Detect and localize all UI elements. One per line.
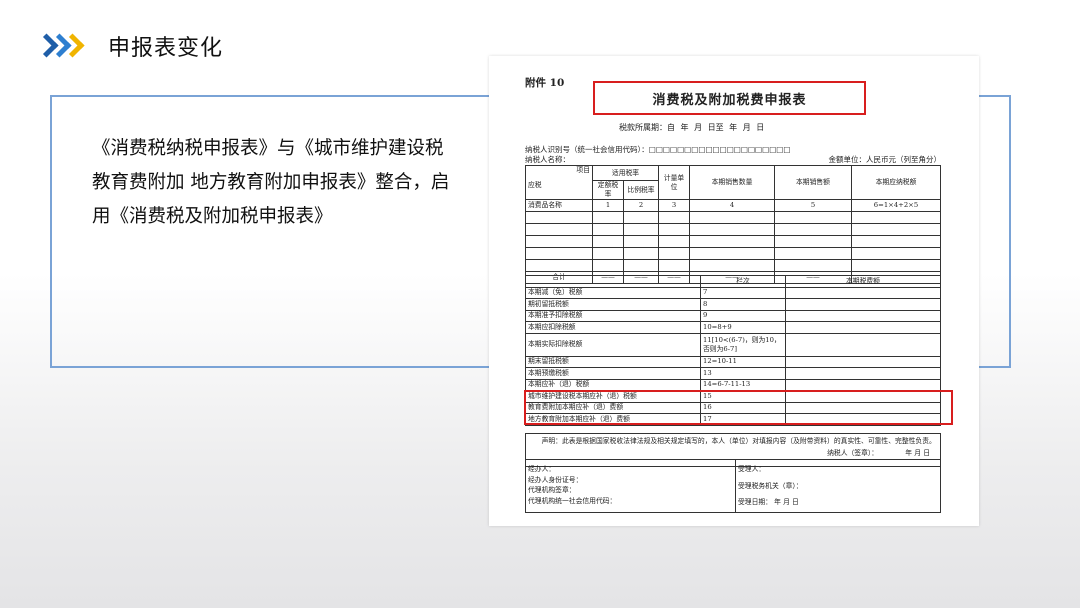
handler-label: 经办人： bbox=[528, 465, 556, 473]
slide-header: 申报表变化 bbox=[34, 28, 224, 64]
table-row: 本期准予扣除税额 9 bbox=[525, 309, 941, 322]
unit-header: 计量单位 bbox=[658, 165, 690, 200]
agency-seal-label: 代理机构签章： bbox=[528, 486, 576, 494]
tax-office-label: 受理税务机关（章）： bbox=[738, 481, 803, 490]
page-title: 申报表变化 bbox=[108, 36, 224, 61]
table-row: 本期减（免）税额 7 bbox=[525, 286, 941, 299]
col-num: 1 bbox=[592, 199, 624, 212]
form-title: 消费税及附加税费申报表 bbox=[593, 81, 866, 115]
table-row: 期初留抵税额 8 bbox=[525, 298, 941, 311]
declaration-text: 声明：此表是根据国家税收法律法规及相关规定填写的，本人（单位）对填报内容（及附带… bbox=[541, 437, 936, 445]
table-row: 本期预缴税额 13 bbox=[525, 367, 941, 380]
agency-code-label: 代理机构统一社会信用代码： bbox=[528, 496, 617, 505]
table-row bbox=[525, 211, 941, 224]
col-num: 5 bbox=[774, 199, 852, 212]
table-row bbox=[525, 223, 941, 236]
table-row: 本期应扣除税额 10=8+9 bbox=[525, 321, 941, 334]
applicable-rate-header: 适用税率 bbox=[592, 165, 659, 181]
table-row: 本期应补（退）税额 14=6-7-11-13 bbox=[525, 378, 941, 391]
amount-unit: 金额单位：人民币元（列至角分） bbox=[828, 155, 942, 164]
table-row: 本期实际扣除税额 11[10<(6-7)，则为10，否则为6-7] bbox=[525, 332, 941, 357]
product-name-header: 消费品名称 bbox=[525, 199, 593, 212]
payable-header: 本期应纳税额 bbox=[851, 165, 941, 200]
col-num: 2 bbox=[623, 199, 659, 212]
ad-valorem-header: 比例税率 bbox=[623, 180, 659, 200]
chevron-right-icon bbox=[34, 33, 86, 59]
highlight-box bbox=[524, 390, 953, 425]
amount-header: 本期税费额 bbox=[785, 275, 941, 288]
receiver-label: 受理人： bbox=[738, 465, 766, 473]
table-row bbox=[525, 247, 941, 260]
sales-header: 本期销售额 bbox=[774, 165, 852, 200]
table-row bbox=[525, 235, 941, 248]
line-header: 栏次 bbox=[700, 275, 786, 288]
tax-form-image: 附件 10 消费税及附加税费申报表 税款所属期：自 年 月 日至 年 月 日 纳… bbox=[489, 56, 979, 526]
handler-id-label: 经办人身份证号： bbox=[528, 475, 583, 484]
sales-table: 项目 应税 适用税率 计量单位 本期销售数量 本期销售额 本期应纳税额 定额税率… bbox=[525, 165, 941, 284]
table-row: 期末留抵税额 12=10-11 bbox=[525, 355, 941, 368]
signature-line: 纳税人（签章）： 年 月 日 bbox=[827, 449, 930, 457]
col-num: 3 bbox=[658, 199, 690, 212]
handler-table: 经办人： 经办人身份证号： 代理机构签章： 代理机构统一社会信用代码： 受理人：… bbox=[525, 459, 941, 513]
item-header: 项目 应税 bbox=[525, 165, 593, 200]
attachment-label: 附件 10 bbox=[525, 77, 565, 89]
qty-header: 本期销售数量 bbox=[689, 165, 775, 200]
receive-date-label: 受理日期： 年 月 日 bbox=[738, 498, 799, 506]
taxpayer-name: 纳税人名称： bbox=[525, 155, 570, 164]
fixed-rate-header: 定额税率 bbox=[592, 180, 624, 200]
tax-period: 税款所属期：自 年 月 日至 年 月 日 bbox=[619, 123, 765, 132]
col-num: 4 bbox=[689, 199, 775, 212]
description-text: 《消费税纳税申报表》与《城市维护建设税 教育费附加 地方教育附加申报表》整合，启… bbox=[92, 138, 450, 227]
col-num: 6=1×4+2×5 bbox=[851, 199, 941, 212]
table-row bbox=[525, 259, 941, 272]
